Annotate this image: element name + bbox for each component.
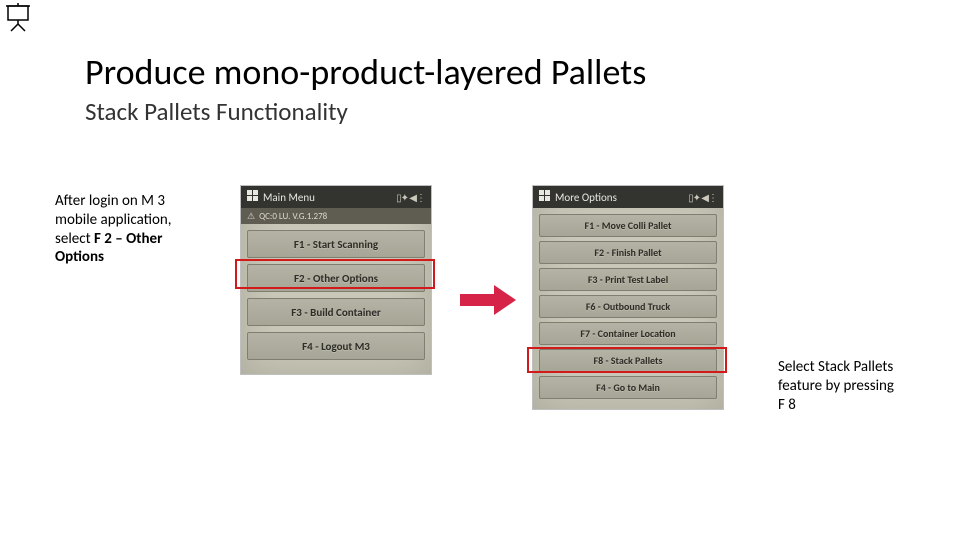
phone-menu-body: F1 - Move Colli Pallet F2 - Finish Palle… bbox=[533, 208, 723, 407]
f8-stack-pallets-button[interactable]: F8 - Stack Pallets bbox=[539, 349, 717, 372]
f7-container-location-button[interactable]: F7 - Container Location bbox=[539, 322, 717, 345]
page-title: Produce mono-product-layered Pallets bbox=[85, 50, 646, 94]
phone-header: More Options ▯✦ ◀⋮ bbox=[533, 186, 723, 208]
f4-logout-button[interactable]: F4 - Logout M3 bbox=[247, 332, 425, 360]
f2-other-options-button[interactable]: F2 - Other Options bbox=[247, 264, 425, 292]
f2-finish-pallet-button[interactable]: F2 - Finish Pallet bbox=[539, 241, 717, 264]
presentation-icon bbox=[4, 2, 32, 37]
phone-menu-body: F1 - Start Scanning F2 - Other Options F… bbox=[241, 224, 431, 370]
page-subtitle: Stack Pallets Functionality bbox=[85, 96, 348, 127]
phone-header-title: Main Menu bbox=[263, 191, 392, 204]
caption-right-line: Select Stack Pallets bbox=[778, 358, 893, 376]
phone-main-menu: Main Menu ▯✦ ◀⋮ ⚠ QC:0 LU. V.G.1.278 F1 … bbox=[240, 185, 432, 375]
caption-left-line: mobile application, bbox=[55, 211, 172, 229]
windows-icon bbox=[247, 190, 259, 205]
caption-left-line: After login on M 3 bbox=[55, 192, 165, 210]
caption-left-bold: Options bbox=[55, 248, 104, 266]
phone-status-text: QC:0 LU. V.G.1.278 bbox=[259, 211, 327, 222]
caption-left-bold: F 2 – Other bbox=[94, 230, 162, 248]
caption-left: After login on M 3 mobile application, s… bbox=[55, 192, 225, 267]
phone-header: Main Menu ▯✦ ◀⋮ bbox=[241, 186, 431, 208]
phone-header-title: More Options bbox=[555, 191, 684, 204]
caption-right: Select Stack Pallets feature by pressing… bbox=[778, 358, 928, 414]
f1-start-scanning-button[interactable]: F1 - Start Scanning bbox=[247, 230, 425, 258]
warning-icon: ⚠ bbox=[247, 211, 255, 222]
f3-build-container-button[interactable]: F3 - Build Container bbox=[247, 298, 425, 326]
caption-right-line: F 8 bbox=[778, 396, 796, 414]
signal-icon: ▯✦ ◀⋮ bbox=[688, 191, 717, 204]
f3-print-label-button[interactable]: F3 - Print Test Label bbox=[539, 268, 717, 291]
windows-icon bbox=[539, 190, 551, 205]
phone-status-bar: ⚠ QC:0 LU. V.G.1.278 bbox=[241, 208, 431, 224]
f4-go-to-main-button[interactable]: F4 - Go to Main bbox=[539, 376, 717, 399]
arrow-icon bbox=[460, 285, 518, 315]
caption-left-line: select bbox=[55, 230, 94, 248]
phone-more-options: More Options ▯✦ ◀⋮ F1 - Move Colli Palle… bbox=[532, 185, 724, 410]
caption-right-line: feature by pressing bbox=[778, 377, 894, 395]
f1-move-colli-button[interactable]: F1 - Move Colli Pallet bbox=[539, 214, 717, 237]
f6-outbound-truck-button[interactable]: F6 - Outbound Truck bbox=[539, 295, 717, 318]
signal-icon: ▯✦ ◀⋮ bbox=[396, 191, 425, 204]
